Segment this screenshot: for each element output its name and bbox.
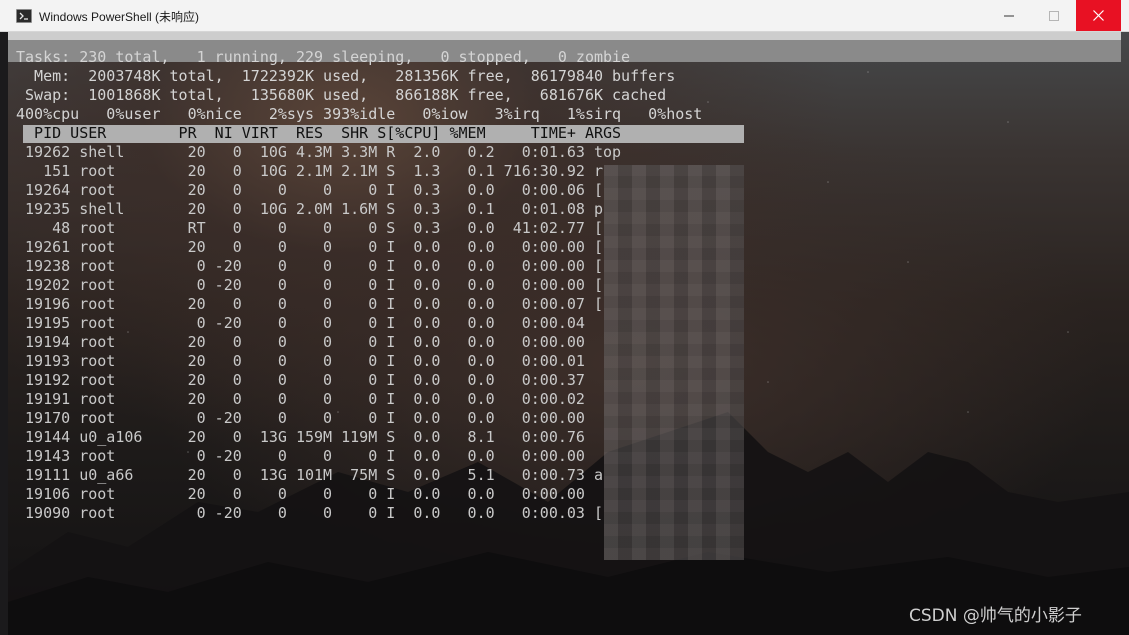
process-row: 19192 root 20 0 0 0 0 I 0.0 0.0 0:00.37 xyxy=(16,371,585,389)
cpu-summary: 400%cpu 0%user 0%nice 2%sys 393%idle 0%i… xyxy=(16,105,703,123)
swap-summary: Swap: 1001868K total, 135680K used, 8661… xyxy=(16,86,667,104)
process-row: 19193 root 20 0 0 0 0 I 0.0 0.0 0:00.01 xyxy=(16,352,585,370)
powershell-icon xyxy=(16,9,32,23)
close-button[interactable] xyxy=(1076,0,1121,31)
powershell-window: Windows PowerShell (未响应) Tasks: 230 tota… xyxy=(0,0,1129,635)
process-row: 19170 root 0 -20 0 0 0 I 0.0 0.0 0:00.00 xyxy=(16,409,585,427)
title-bar[interactable]: Windows PowerShell (未响应) xyxy=(0,0,1129,32)
terminal-scroll-edge xyxy=(8,32,1121,40)
redacted-args-region xyxy=(604,165,744,560)
process-row: 19195 root 0 -20 0 0 0 I 0.0 0.0 0:00.04 xyxy=(16,314,585,332)
process-row: 19262 shell 20 0 10G 4.3M 3.3M R 2.0 0.2… xyxy=(16,143,622,161)
process-row: 19106 root 20 0 0 0 0 I 0.0 0.0 0:00.00 xyxy=(16,485,585,503)
terminal-output[interactable]: Tasks: 230 total, 1 running, 229 sleepin… xyxy=(8,32,1129,635)
mem-summary: Mem: 2003748K total, 1722392K used, 2813… xyxy=(16,67,676,85)
tasks-summary: Tasks: 230 total, 1 running, 229 sleepin… xyxy=(16,48,631,66)
close-icon xyxy=(1093,10,1104,21)
process-row: 19090 root 0 -20 0 0 0 I 0.0 0.0 0:00.03… xyxy=(16,504,603,522)
process-row: 19144 u0_a106 20 0 13G 159M 119M S 0.0 8… xyxy=(16,428,585,446)
process-row: 48 root RT 0 0 0 0 S 0.3 0.0 41:02.77 [ xyxy=(16,219,603,237)
column-header: PID USER PR NI VIRT RES SHR S[%CPU] %MEM… xyxy=(16,124,712,142)
maximize-button[interactable] xyxy=(1031,0,1076,31)
process-row: 19235 shell 20 0 10G 2.0M 1.6M S 0.3 0.1… xyxy=(16,200,603,218)
process-row: 151 root 20 0 10G 2.1M 2.1M S 1.3 0.1 71… xyxy=(16,162,603,180)
window-title: Windows PowerShell (未响应) xyxy=(39,10,200,24)
process-row: 19238 root 0 -20 0 0 0 I 0.0 0.0 0:00.00… xyxy=(16,257,603,275)
minimize-button[interactable] xyxy=(986,0,1031,31)
process-row: 19191 root 20 0 0 0 0 I 0.0 0.0 0:00.02 xyxy=(16,390,585,408)
process-row: 19143 root 0 -20 0 0 0 I 0.0 0.0 0:00.00 xyxy=(16,447,585,465)
process-row: 19194 root 20 0 0 0 0 I 0.0 0.0 0:00.00 xyxy=(16,333,585,351)
process-row: 19111 u0_a66 20 0 13G 101M 75M S 0.0 5.1… xyxy=(16,466,603,484)
csdn-watermark: CSDN @帅气的小影子 xyxy=(909,606,1082,626)
process-row: 19264 root 20 0 0 0 0 I 0.3 0.0 0:00.06 … xyxy=(16,181,603,199)
minimize-icon xyxy=(1003,15,1014,16)
process-row: 19196 root 20 0 0 0 0 I 0.0 0.0 0:00.07 … xyxy=(16,295,603,313)
process-row: 19202 root 0 -20 0 0 0 I 0.0 0.0 0:00.00… xyxy=(16,276,603,294)
process-row: 19261 root 20 0 0 0 0 I 0.0 0.0 0:00.00 … xyxy=(16,238,603,256)
maximize-icon xyxy=(1048,10,1059,21)
